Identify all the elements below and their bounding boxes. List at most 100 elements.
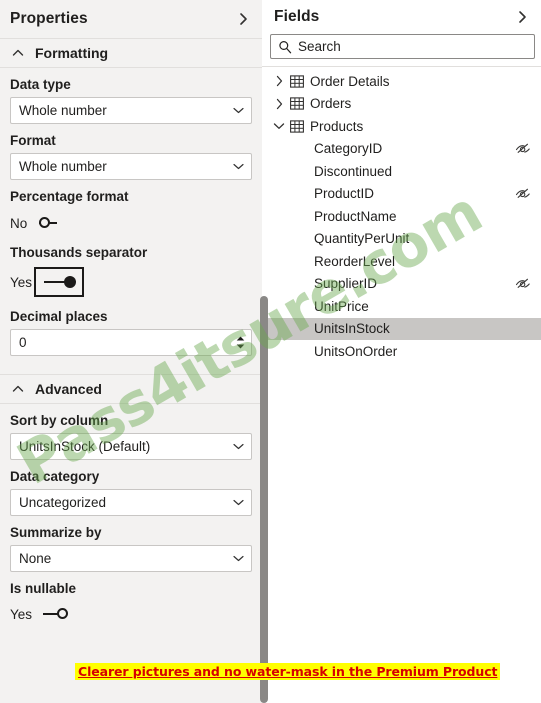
sort-by-column-value: UnitsInStock (Default) [19, 439, 151, 454]
section-header-advanced[interactable]: Advanced [0, 374, 262, 404]
hidden-eye-icon [515, 277, 531, 291]
field-name: UnitsOnOrder [314, 343, 398, 359]
spinner-up-arrow-icon [236, 336, 245, 341]
search-input[interactable]: Search [270, 34, 535, 59]
field-name: QuantityPerUnit [314, 231, 410, 247]
table-node-products[interactable]: Products [262, 115, 541, 138]
field-name: UnitPrice [314, 298, 369, 314]
section-label: Advanced [35, 381, 102, 397]
thousands-separator-toggle[interactable] [34, 267, 85, 297]
spinner-down-arrow-icon [236, 344, 245, 349]
properties-pane: Properties Formatting Data type Whole nu… [0, 0, 262, 703]
data-type-dropdown[interactable]: Whole number [10, 97, 252, 124]
formatting-fields: Data type Whole number Format Whole numb… [0, 77, 262, 356]
properties-pane-header: Properties [0, 0, 262, 38]
chevron-right-icon[interactable] [513, 8, 531, 26]
hidden-eye-icon [515, 299, 531, 313]
vertical-scrollbar[interactable] [260, 296, 268, 703]
chevron-down-icon [231, 552, 245, 566]
sort-by-column-label: Sort by column [10, 413, 109, 428]
table-icon [289, 96, 304, 111]
summarize-by-label: Summarize by [10, 525, 102, 540]
format-dropdown[interactable]: Whole number [10, 153, 252, 180]
field-item[interactable]: QuantityPerUnit [262, 228, 541, 251]
hidden-eye-icon [515, 164, 531, 178]
table-node-orders[interactable]: Orders [262, 93, 541, 116]
chevron-down-icon [231, 496, 245, 510]
field-item[interactable]: UnitPrice [262, 295, 541, 318]
chevron-right-icon[interactable] [272, 74, 286, 88]
fields-pane: Fields Search Order Details Orders Produ… [262, 0, 541, 703]
data-category-value: Uncategorized [19, 495, 107, 510]
field-item[interactable]: Discontinued [262, 160, 541, 183]
field-item[interactable]: UnitsInStock [262, 317, 541, 340]
summarize-by-value: None [19, 551, 52, 566]
decimal-places-value: 0 [19, 335, 27, 350]
hidden-eye-icon [515, 209, 531, 223]
chevron-down-icon [231, 104, 245, 118]
data-category-dropdown[interactable]: Uncategorized [10, 489, 252, 516]
power-bi-model-view-panels: Properties Formatting Data type Whole nu… [0, 0, 541, 703]
table-name: Products [310, 118, 364, 134]
summarize-by-dropdown[interactable]: None [10, 545, 252, 572]
promo-banner: Clearer pictures and no water-mask in th… [75, 663, 501, 680]
table-icon [289, 74, 304, 89]
field-item[interactable]: CategoryID [262, 138, 541, 161]
percentage-format-row: No [10, 210, 252, 236]
data-type-value: Whole number [19, 103, 107, 118]
toggle-knob [57, 608, 69, 619]
table-name: Order Details [310, 73, 390, 89]
chevron-right-icon[interactable] [234, 10, 252, 28]
toggle-knob [64, 276, 77, 288]
spinner-arrows-icon[interactable] [234, 332, 247, 354]
hidden-eye-icon [515, 254, 531, 268]
search-wrapper: Search [262, 34, 541, 59]
is-nullable-toggle[interactable] [43, 606, 79, 622]
advanced-fields: Sort by column UnitsInStock (Default) Da… [0, 413, 262, 627]
hidden-eye-icon [515, 142, 531, 156]
field-item[interactable]: UnitsOnOrder [262, 340, 541, 363]
chevron-up-icon [10, 381, 26, 397]
format-label: Format [10, 133, 56, 148]
thousands-separator-state: Yes [10, 274, 33, 290]
is-nullable-state: Yes [10, 606, 33, 622]
field-name: ProductName [314, 208, 397, 224]
chevron-down-icon [231, 160, 245, 174]
sort-by-column-dropdown[interactable]: UnitsInStock (Default) [10, 433, 252, 460]
field-item[interactable]: ProductID [262, 183, 541, 206]
field-name: UnitsInStock [314, 321, 390, 337]
format-value: Whole number [19, 159, 107, 174]
products-column-list: CategoryID Discontinued ProductID ProductNa… [262, 138, 541, 363]
section-header-formatting[interactable]: Formatting [0, 38, 262, 68]
is-nullable-row: Yes [10, 601, 252, 627]
thousands-separator-row: Yes [10, 267, 252, 297]
data-category-label: Data category [10, 469, 100, 484]
search-placeholder: Search [298, 39, 341, 54]
chevron-down-icon [231, 440, 245, 454]
search-icon [277, 39, 292, 54]
thousands-separator-label: Thousands separator [10, 245, 148, 260]
data-type-label: Data type [10, 77, 71, 92]
fields-pane-title: Fields [274, 8, 320, 25]
decimal-places-input[interactable]: 0 [10, 329, 252, 356]
hidden-eye-icon [515, 232, 531, 246]
field-name: SupplierID [314, 276, 378, 292]
field-item[interactable]: ProductName [262, 205, 541, 228]
field-name: CategoryID [314, 141, 383, 157]
is-nullable-label: Is nullable [10, 581, 77, 596]
fields-tree: Order Details Orders Products CategoryID… [262, 67, 541, 363]
toggle-knob [39, 217, 50, 228]
fields-pane-header: Fields [262, 0, 541, 34]
percentage-format-label: Percentage format [10, 189, 129, 204]
field-name: ReorderLevel [314, 253, 396, 269]
chevron-right-icon[interactable] [272, 97, 286, 111]
table-node-order-details[interactable]: Order Details [262, 70, 541, 93]
chevron-down-icon[interactable] [272, 119, 286, 133]
page-title: Properties [10, 10, 88, 27]
field-item[interactable]: SupplierID [262, 273, 541, 296]
table-icon [289, 119, 304, 134]
hidden-eye-icon [515, 187, 531, 201]
field-item[interactable]: ReorderLevel [262, 250, 541, 273]
percentage-format-toggle[interactable] [39, 215, 75, 231]
percentage-format-state: No [10, 215, 28, 231]
